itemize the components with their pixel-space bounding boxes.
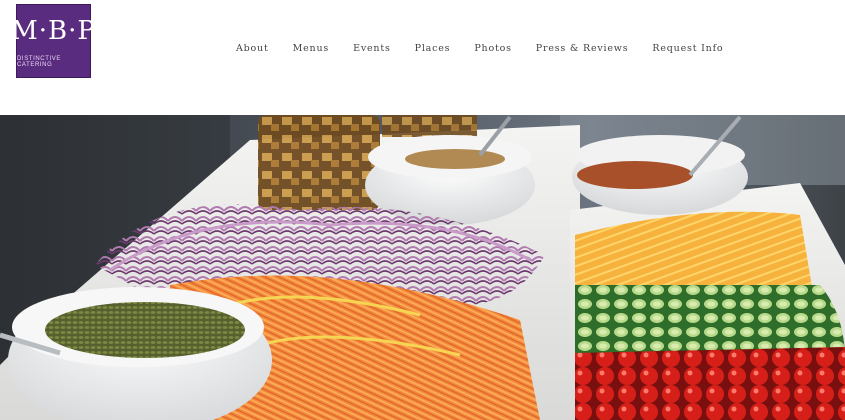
logo-tagline: DISTINCTIVE CATERING (17, 56, 61, 68)
nav-request-info[interactable]: Request Info (652, 42, 723, 56)
nav-press-reviews[interactable]: Press & Reviews (536, 42, 629, 56)
hero-image (0, 115, 845, 420)
site-header: M·B·P DISTINCTIVE CATERING About Menus E… (0, 0, 845, 115)
nav-places[interactable]: Places (415, 42, 451, 56)
nav-events[interactable]: Events (353, 42, 391, 56)
nav-menus[interactable]: Menus (293, 42, 329, 56)
nav-photos[interactable]: Photos (474, 42, 511, 56)
main-nav: About Menus Events Places Photos Press &… (236, 42, 747, 56)
nav-about[interactable]: About (236, 42, 269, 56)
salad-bar-photo (0, 115, 845, 420)
site-logo[interactable]: M·B·P DISTINCTIVE CATERING (11, 4, 95, 78)
logo-monogram: M·B·P (11, 16, 96, 46)
